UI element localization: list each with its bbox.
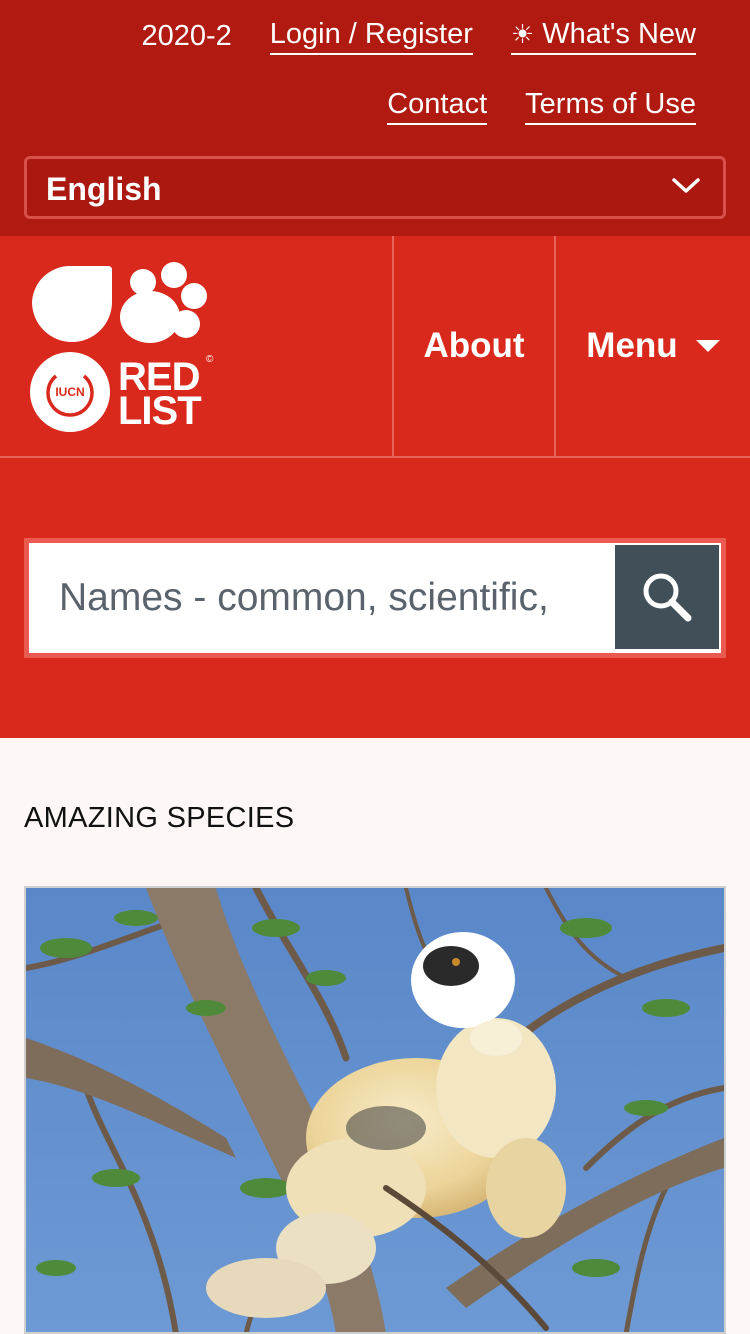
contact-link[interactable]: Contact	[387, 88, 488, 125]
species-search-input[interactable]	[34, 548, 618, 648]
utility-links-row-2: Contact Terms of Use	[387, 84, 696, 128]
whats-new-link[interactable]: ☀ What's New	[510, 17, 696, 55]
search-form	[24, 538, 726, 658]
terms-of-use-link[interactable]: Terms of Use	[525, 88, 696, 125]
chevron-down-icon	[672, 178, 700, 193]
login-register-link[interactable]: Login / Register	[269, 18, 473, 55]
nav-menu-label: Menu	[586, 326, 678, 365]
search-icon	[643, 573, 692, 622]
sun-icon: ☀	[510, 18, 535, 49]
logo-word-list: LIST	[118, 389, 201, 433]
section-title-amazing-species: AMAZING SPECIES	[24, 802, 295, 834]
search-button[interactable]	[615, 545, 719, 649]
search-section	[0, 458, 750, 738]
version-label: 2020-2	[141, 19, 232, 52]
iucn-badge-text: IUCN	[55, 385, 84, 399]
copyright-mark: ©	[206, 354, 214, 365]
iucn-red-list-logo[interactable]: IUCN RED LIST ©	[28, 260, 224, 434]
utility-bar: 2020-2 Login / Register ☀ What's New Cont…	[0, 0, 750, 236]
language-selected-value: English	[46, 171, 162, 207]
featured-species-photo[interactable]	[24, 886, 726, 1334]
nav-about-link[interactable]: About	[394, 236, 554, 456]
lemur-in-tree-photo	[26, 888, 724, 1332]
language-select[interactable]: English	[24, 156, 726, 219]
nav-menu-button[interactable]: Menu	[556, 236, 750, 456]
whats-new-label: What's New	[542, 17, 696, 50]
red-list-logo-graphic: IUCN RED LIST ©	[30, 262, 214, 433]
caret-down-icon	[695, 340, 720, 352]
site-header: IUCN RED LIST © About Menu	[0, 236, 750, 458]
utility-links-row-1: 2020-2 Login / Register ☀ What's New	[141, 14, 696, 58]
